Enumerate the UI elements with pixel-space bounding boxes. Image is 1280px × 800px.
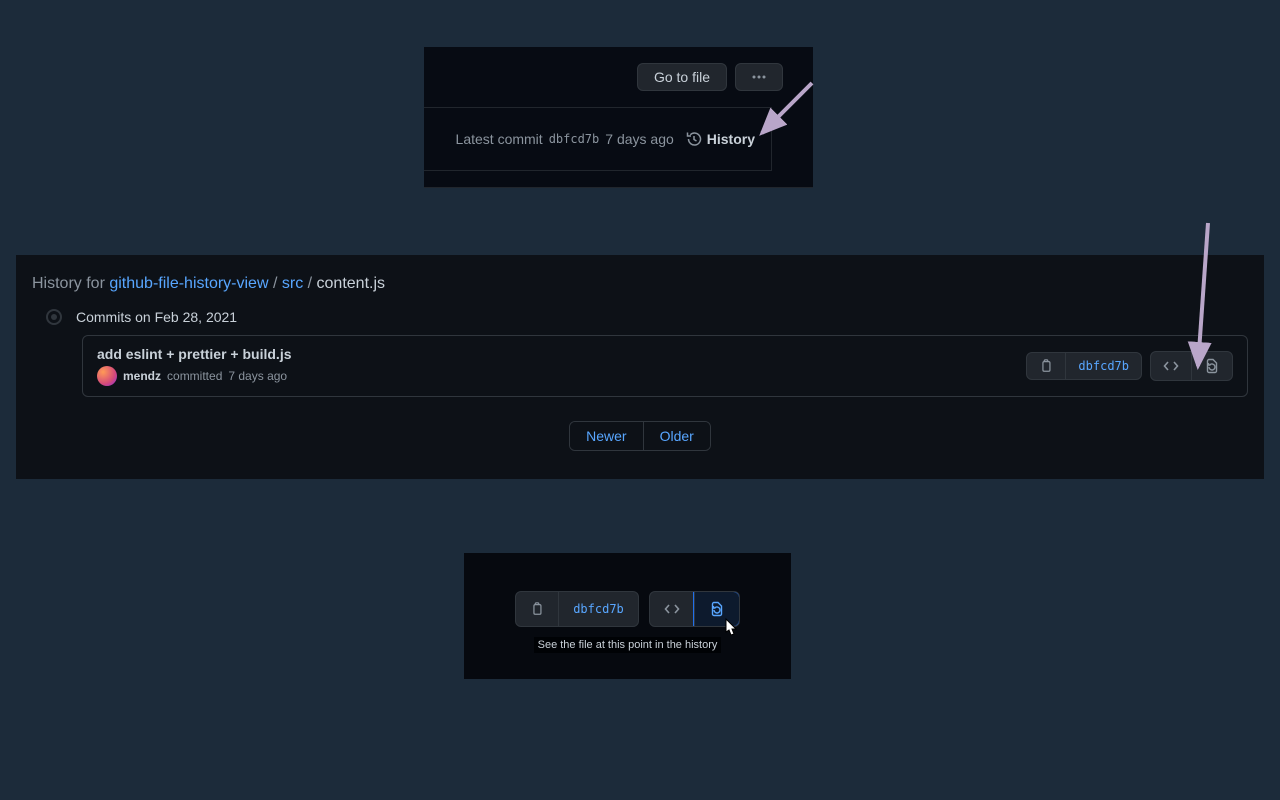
file-history-icon <box>709 601 725 617</box>
commit-meta: mendz committed 7 days ago <box>97 366 292 386</box>
breadcrumb-repo-link[interactable]: github-file-history-view <box>109 275 268 292</box>
browse-code-button[interactable] <box>1151 352 1191 380</box>
kebab-horizontal-icon <box>751 69 767 85</box>
browse-code-button[interactable] <box>650 592 694 626</box>
breadcrumb-folder-link[interactable]: src <box>282 275 303 292</box>
history-page-panel: History for github-file-history-view / s… <box>16 255 1264 479</box>
latest-commit-row: Latest commit dbfcd7b 7 days ago History <box>424 107 772 171</box>
commit-age: 7 days ago <box>605 131 674 147</box>
browse-button-group <box>1150 351 1233 381</box>
copy-hash-button[interactable] <box>516 592 558 626</box>
breadcrumb-current-file: content.js <box>317 275 385 292</box>
file-header-toolbar: Go to file <box>424 47 813 107</box>
commit-hash-button[interactable]: dbfcd7b <box>1065 353 1141 379</box>
history-label-text: History <box>707 131 755 147</box>
timeline-dot-icon <box>46 309 62 325</box>
breadcrumb-separator: / <box>273 275 282 292</box>
hash-button-group: dbfcd7b <box>515 591 639 627</box>
pager-newer-button[interactable]: Newer <box>570 422 642 450</box>
browse-button-group <box>649 591 740 627</box>
history-icon <box>686 131 702 147</box>
copy-hash-button[interactable] <box>1027 353 1065 379</box>
clipboard-icon <box>1039 359 1053 373</box>
tooltip-snippet-panel: dbfcd7b See the file at this point in th… <box>464 553 791 679</box>
commit-verb: committed <box>167 369 222 383</box>
commit-info: add eslint + prettier + build.js mendz c… <box>97 346 292 386</box>
commit-date-heading: Commits on Feb 28, 2021 <box>32 309 1248 325</box>
breadcrumb-separator: / <box>308 275 317 292</box>
commit-hash-button[interactable]: dbfcd7b <box>558 592 638 626</box>
commit-actions-zoom: dbfcd7b <box>515 591 740 627</box>
breadcrumb: History for github-file-history-view / s… <box>32 275 1248 293</box>
breadcrumb-prefix: History for <box>32 275 109 292</box>
code-icon <box>664 601 680 617</box>
file-history-icon <box>1204 358 1220 374</box>
go-to-file-button[interactable]: Go to file <box>637 63 727 91</box>
hash-button-group: dbfcd7b <box>1026 352 1142 380</box>
avatar[interactable] <box>97 366 117 386</box>
commit-title-link[interactable]: add eslint + prettier + build.js <box>97 346 292 362</box>
latest-commit-label: Latest commit <box>456 131 543 147</box>
commit-age: 7 days ago <box>228 369 287 383</box>
commit-row: add eslint + prettier + build.js mendz c… <box>82 335 1248 397</box>
history-pager: Newer Older <box>32 421 1248 451</box>
code-icon <box>1163 358 1179 374</box>
commit-author-link[interactable]: mendz <box>123 369 161 383</box>
commit-date-text: Commits on Feb 28, 2021 <box>76 309 237 325</box>
clipboard-icon <box>530 602 544 616</box>
history-link[interactable]: History <box>686 131 755 147</box>
view-file-at-commit-button[interactable] <box>694 592 739 626</box>
pager-older-button[interactable]: Older <box>643 422 710 450</box>
file-header-panel: Go to file Latest commit dbfcd7b 7 days … <box>424 47 813 188</box>
more-options-button[interactable] <box>735 63 783 91</box>
commit-actions: dbfcd7b <box>1026 351 1233 381</box>
view-file-at-commit-button[interactable] <box>1191 352 1232 380</box>
tooltip: See the file at this point in the histor… <box>534 637 722 653</box>
commit-hash-link[interactable]: dbfcd7b <box>549 132 600 146</box>
